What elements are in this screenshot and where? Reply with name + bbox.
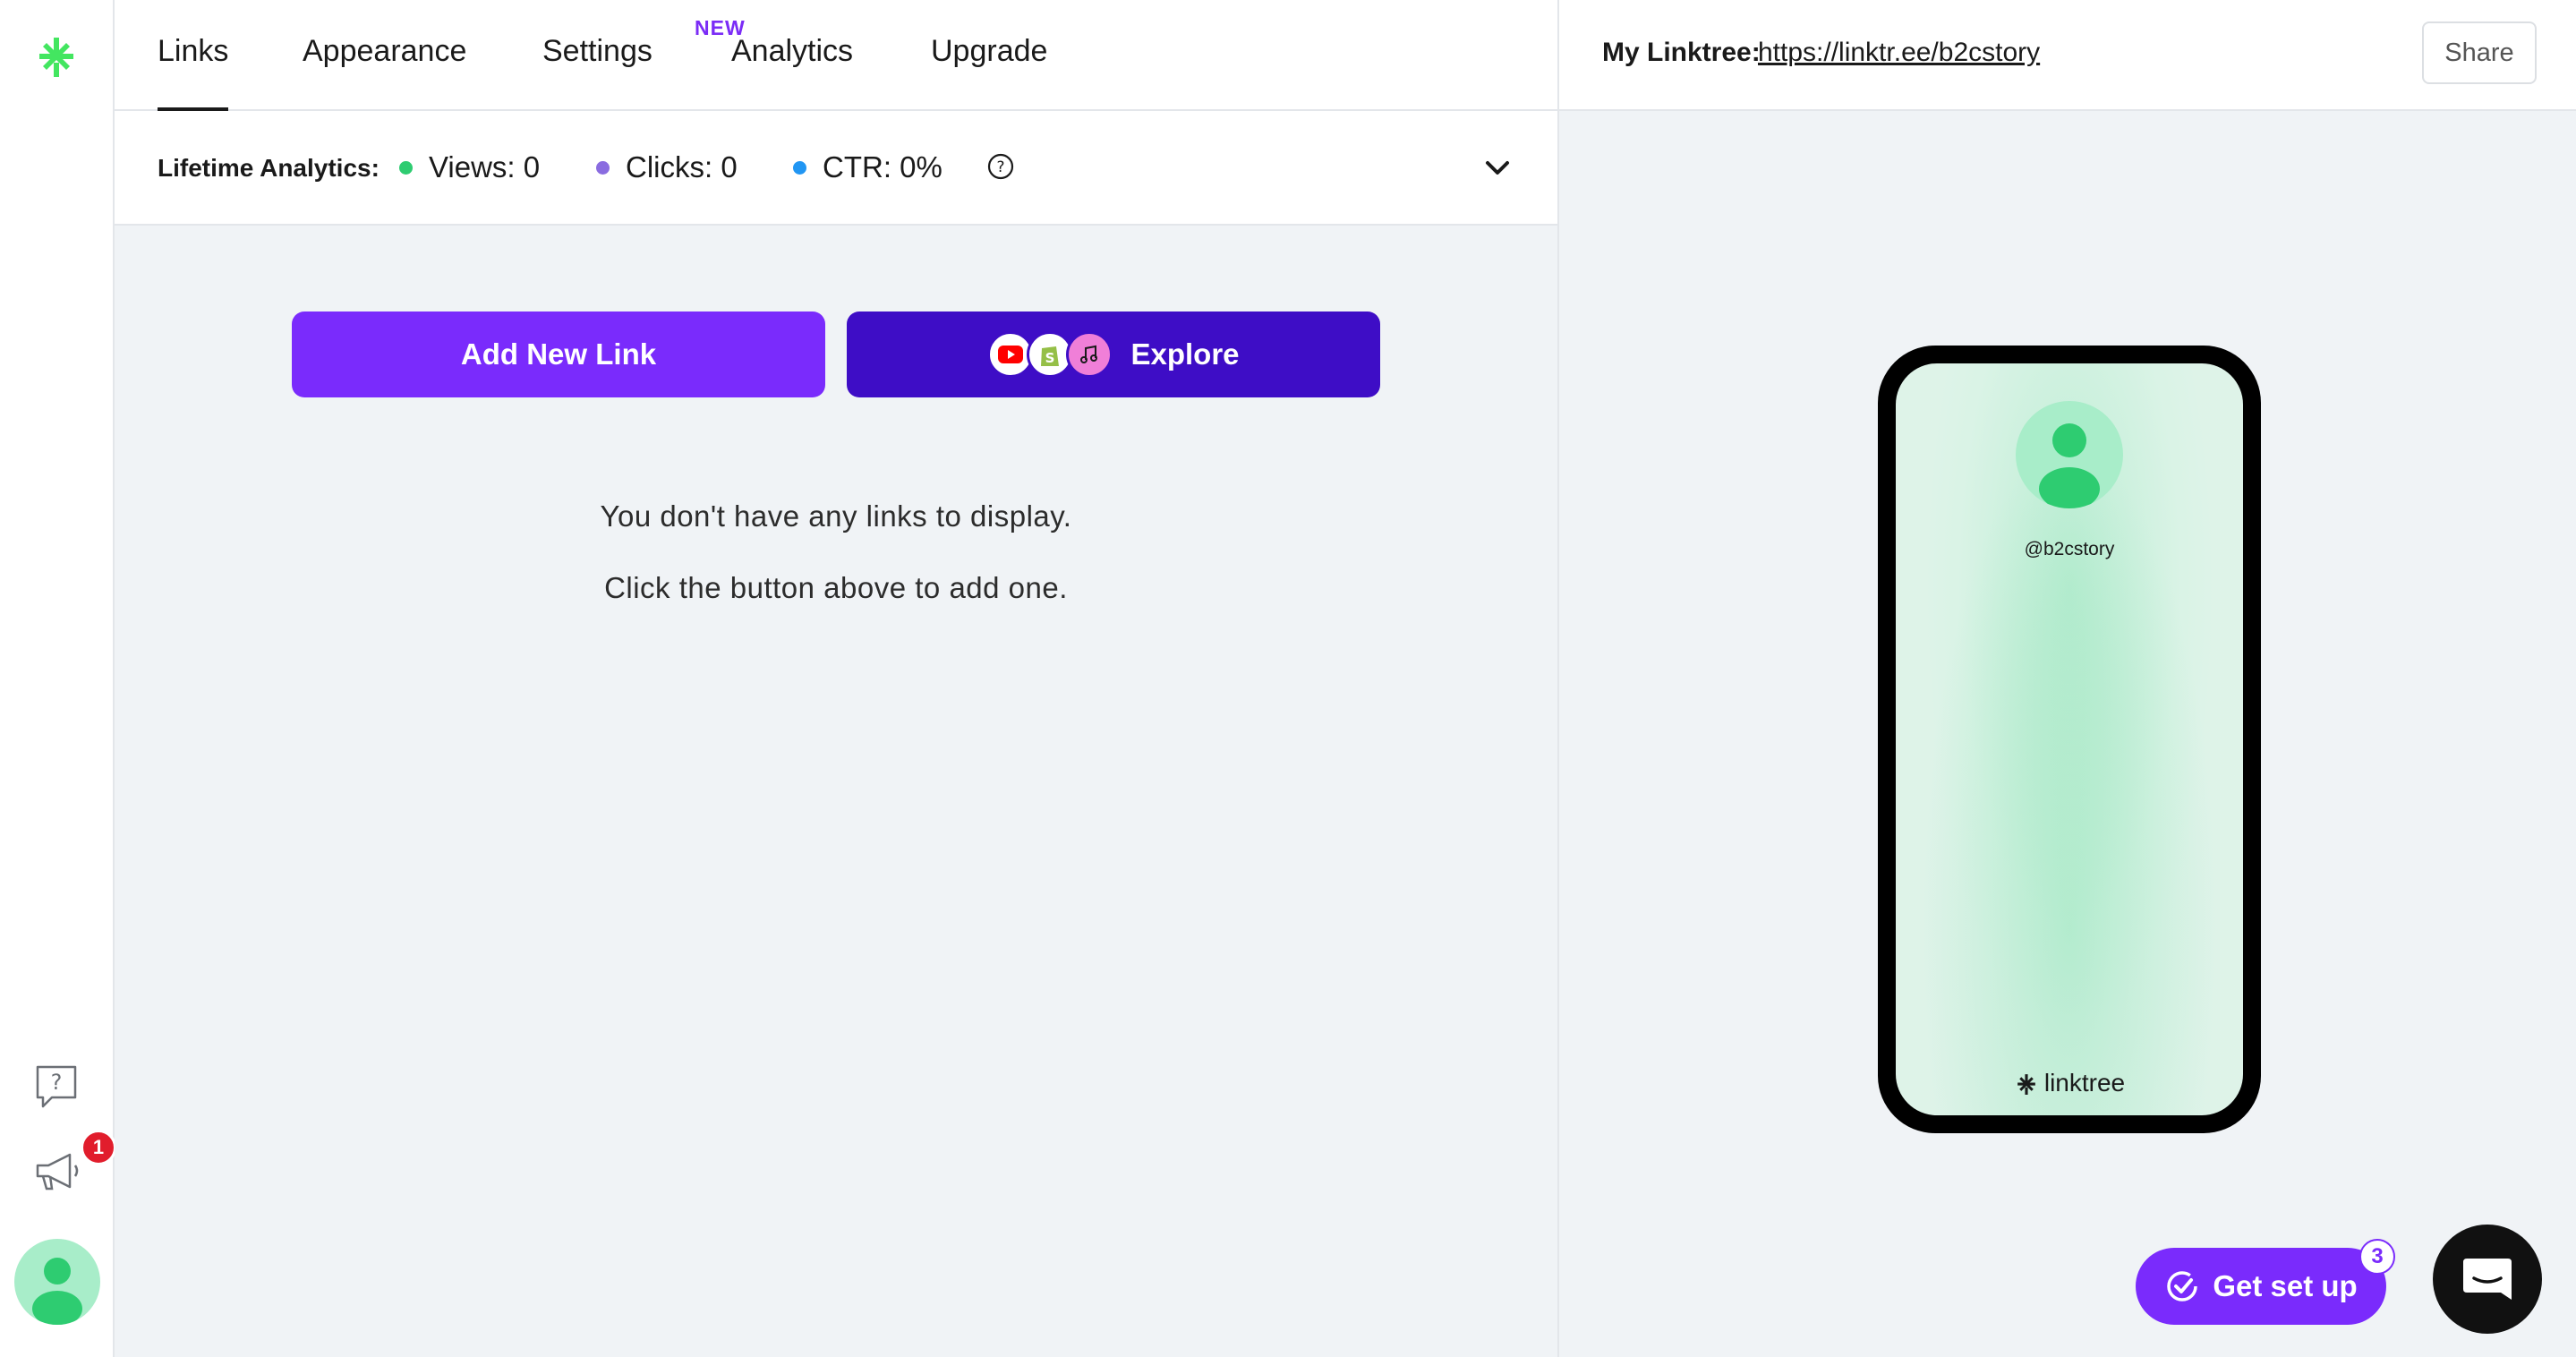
app-root: ? 1 Links Appearance Settings NEW Analyt… xyxy=(0,0,2576,1357)
views-metric: Views: 0 xyxy=(399,150,540,184)
empty-state-line1: You don't have any links to display. xyxy=(600,499,1072,533)
ctr-dot-icon xyxy=(793,160,806,175)
get-set-up-count-badge: 3 xyxy=(2359,1239,2395,1275)
linktree-logo-icon[interactable] xyxy=(32,32,81,77)
views-dot-icon xyxy=(399,160,413,175)
views-label: Views: 0 xyxy=(429,150,541,183)
tab-analytics[interactable]: Analytics xyxy=(731,34,853,111)
preview-header: My Linktree: https://linktr.ee/b2cstory … xyxy=(1557,0,2576,111)
tab-links[interactable]: Links xyxy=(158,34,229,111)
get-set-up-label: Get set up xyxy=(2213,1269,2358,1302)
profile-handle: @b2cstory xyxy=(2024,539,2115,559)
preview-pane: @b2cstory linktree xyxy=(1557,111,2576,1357)
tab-upgrade[interactable]: Upgrade xyxy=(931,34,1047,111)
person-icon xyxy=(2039,423,2100,508)
tab-appearance[interactable]: Appearance xyxy=(303,34,466,111)
ctr-label: CTR: 0% xyxy=(823,150,943,183)
svg-text:?: ? xyxy=(51,1070,63,1095)
chat-launcher-button[interactable] xyxy=(2433,1225,2542,1334)
phone-preview: @b2cstory linktree xyxy=(1878,346,2261,1133)
lifetime-analytics-bar: Lifetime Analytics: Views: 0 Clicks: 0 C… xyxy=(115,111,1557,226)
ctr-metric: CTR: 0% xyxy=(793,150,943,184)
explore-button[interactable]: S Explore xyxy=(847,312,1380,397)
user-avatar[interactable] xyxy=(14,1239,100,1325)
add-new-link-button[interactable]: Add New Link xyxy=(292,312,825,397)
clicks-label: Clicks: 0 xyxy=(626,150,738,183)
help-icon[interactable]: ? xyxy=(32,1062,81,1110)
chat-icon xyxy=(2463,1259,2512,1300)
tab-settings[interactable]: Settings xyxy=(542,34,653,111)
chevron-down-icon[interactable] xyxy=(1482,158,1513,179)
clicks-dot-icon xyxy=(596,160,610,175)
explore-icons: S xyxy=(987,331,1113,378)
empty-state-line2: Click the button above to add one. xyxy=(604,571,1068,604)
explore-label: Explore xyxy=(1130,337,1240,371)
left-sidebar: ? 1 xyxy=(0,0,116,1357)
get-set-up-button[interactable]: Get set up xyxy=(2136,1248,2386,1325)
linktree-brand: linktree xyxy=(1896,1069,2243,1097)
svg-text:?: ? xyxy=(996,158,1004,176)
profile-avatar xyxy=(2016,401,2123,508)
share-button[interactable]: Share xyxy=(2422,21,2537,84)
svg-text:S: S xyxy=(1045,350,1055,366)
top-nav: Links Appearance Settings NEW Analytics … xyxy=(115,0,1557,111)
music-icon xyxy=(1066,331,1113,378)
notification-badge: 1 xyxy=(81,1130,116,1165)
analytics-title: Lifetime Analytics: xyxy=(158,154,380,182)
question-circle-icon[interactable]: ? xyxy=(986,152,1015,181)
megaphone-icon[interactable] xyxy=(30,1148,82,1196)
person-icon xyxy=(32,1258,82,1325)
linktree-url-link[interactable]: https://linktr.ee/b2cstory xyxy=(1758,38,2040,68)
linktree-logo-icon xyxy=(2017,1074,2035,1095)
brand-wordmark: linktree xyxy=(2043,1069,2126,1097)
links-editor: Add New Link S Explore You don't have an… xyxy=(115,226,1557,1357)
phone-screen: @b2cstory linktree xyxy=(1896,363,2243,1115)
check-circle-icon xyxy=(2167,1271,2198,1302)
clicks-metric: Clicks: 0 xyxy=(596,150,738,184)
my-linktree-label: My Linktree: xyxy=(1602,38,1761,67)
